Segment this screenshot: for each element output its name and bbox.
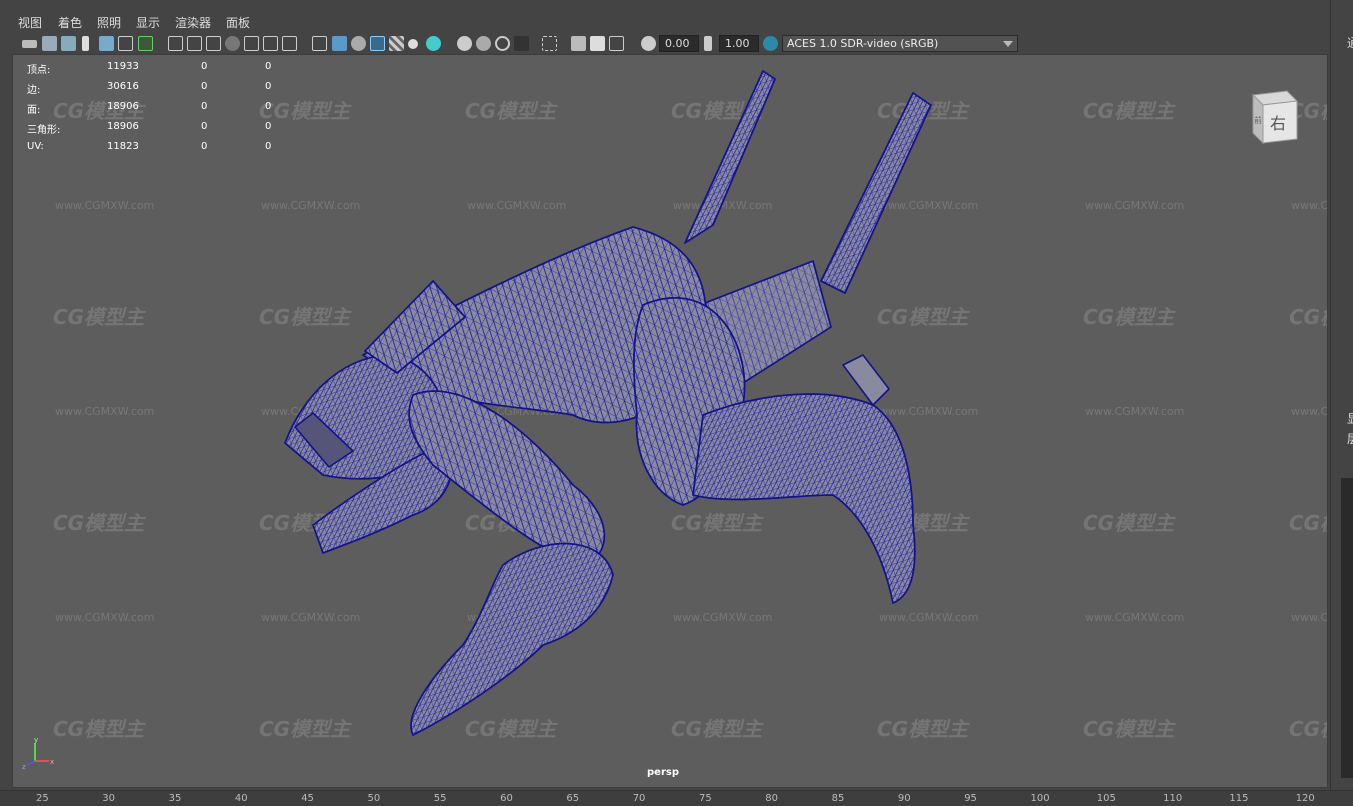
camera-attributes-icon[interactable] xyxy=(42,36,57,51)
xray-icon[interactable] xyxy=(571,36,586,51)
menu-shading[interactable]: 着色 xyxy=(58,14,82,31)
viewport-toolbar: 0.00 1.00 ACES 1.0 SDR-video (sRGB) xyxy=(14,34,1330,54)
ruler-tick-label: 80 xyxy=(765,793,779,804)
menu-view[interactable]: 视图 xyxy=(18,14,42,31)
ruler-tick-label: 60 xyxy=(500,793,513,804)
ruler-tick-label: 110 xyxy=(1163,793,1183,804)
xray-joints-icon[interactable] xyxy=(609,36,624,51)
ruler-tick-label: 75 xyxy=(699,793,712,804)
model-wireframe[interactable] xyxy=(13,55,1328,788)
grid-icon[interactable] xyxy=(168,36,183,51)
right-side-panel: 通 显 层 xyxy=(1330,0,1353,790)
display-tab[interactable]: 显 xyxy=(1347,410,1353,427)
gamma-icon[interactable] xyxy=(704,36,712,51)
film-gate-icon[interactable] xyxy=(187,36,202,51)
exposure-icon[interactable] xyxy=(641,36,656,51)
bookmark-icon[interactable] xyxy=(82,36,89,51)
ruler-tick-label: 70 xyxy=(632,793,646,804)
ruler-tick-label: 65 xyxy=(566,793,580,804)
2d-pan-zoom-icon[interactable] xyxy=(118,36,133,51)
gamma-field[interactable]: 1.00 xyxy=(719,35,759,52)
shadows-icon[interactable] xyxy=(426,36,441,51)
use-all-lights-icon[interactable] xyxy=(408,39,418,49)
wireframe-on-shaded-icon[interactable] xyxy=(370,36,385,51)
layer-tab[interactable]: 层 xyxy=(1347,430,1353,447)
view-cube-side-label: 前 xyxy=(1254,115,1262,125)
ruler-tick-label: 95 xyxy=(964,793,977,804)
ruler-tick-label: 55 xyxy=(433,793,447,804)
motion-blur-icon[interactable] xyxy=(476,36,491,51)
menu-renderer[interactable]: 渲染器 xyxy=(175,14,211,31)
field-chart-icon[interactable] xyxy=(244,36,259,51)
ruler-tick-label: 40 xyxy=(234,793,248,804)
menu-lighting[interactable]: 照明 xyxy=(97,14,121,31)
menu-show[interactable]: 显示 xyxy=(136,14,160,31)
ruler-tick-label: 105 xyxy=(1096,793,1116,804)
isolate-select-icon[interactable] xyxy=(542,36,557,51)
smooth-shade-icon[interactable] xyxy=(332,36,347,51)
wireframe-icon[interactable] xyxy=(312,36,327,51)
ruler-tick-label: 90 xyxy=(897,793,911,804)
ruler-tick-label: 30 xyxy=(102,793,116,804)
anti-aliasing-icon[interactable] xyxy=(495,36,510,51)
view-cube-face-label: 右 xyxy=(1270,114,1286,133)
menu-panels[interactable]: 面板 xyxy=(226,14,250,31)
ruler-tick-label: 35 xyxy=(168,793,182,804)
ambient-occlusion-icon[interactable] xyxy=(457,36,472,51)
safe-action-icon[interactable] xyxy=(263,36,278,51)
ruler-tick-label: 100 xyxy=(1030,793,1050,804)
time-ruler[interactable]: 25 30 35 40 45 50 55 60 65 70 75 80 85 90 95 100 105 110 1… xyxy=(0,790,1353,806)
ruler-tick-label: 25 xyxy=(36,793,49,804)
viewport-persp[interactable]: CG模型主 www.CGMXW.com CG模型主 www.CGMXW.com CG模型… xyxy=(12,54,1328,788)
grease-pencil-icon[interactable] xyxy=(138,36,153,51)
xray-active-icon[interactable] xyxy=(590,36,605,51)
axis-x-label: x xyxy=(50,758,54,766)
resolution-gate-icon[interactable] xyxy=(206,36,221,51)
axis-y-label: y xyxy=(34,736,38,744)
ruler-tick-label: 115 xyxy=(1229,793,1249,804)
ruler-tick-label: 50 xyxy=(367,793,381,804)
channel-box-tab[interactable]: 通 xyxy=(1347,34,1353,51)
bookmark-camera-icon[interactable] xyxy=(61,36,76,51)
menu-bar: 视图 着色 照明 显示 渲染器 面板 xyxy=(0,0,1330,32)
ruler-tick-label: 85 xyxy=(831,793,845,804)
default-material-icon[interactable] xyxy=(351,36,366,51)
color-management-icon[interactable] xyxy=(763,36,778,51)
camera-name-label: persp xyxy=(647,767,679,778)
chevron-down-icon xyxy=(1003,41,1013,47)
axis-gizmo: y x z xyxy=(22,736,54,771)
image-plane-icon[interactable] xyxy=(99,36,114,51)
safe-title-icon[interactable] xyxy=(282,36,297,51)
color-space-select[interactable]: ACES 1.0 SDR-video (sRGB) xyxy=(782,35,1018,52)
exposure-field[interactable]: 0.00 xyxy=(659,35,699,52)
view-cube[interactable]: 右 前 xyxy=(1239,85,1301,147)
depth-of-field-icon[interactable] xyxy=(514,36,529,51)
select-camera-icon[interactable] xyxy=(22,40,37,48)
panel-scroll-strip[interactable] xyxy=(1341,478,1353,778)
ruler-tick-label: 45 xyxy=(301,793,314,804)
textured-icon[interactable] xyxy=(389,36,404,51)
ruler-tick-label: 120 xyxy=(1295,793,1315,804)
gate-mask-icon[interactable] xyxy=(225,36,240,51)
axis-z-label: z xyxy=(22,763,26,771)
color-space-value: ACES 1.0 SDR-video (sRGB) xyxy=(787,37,939,50)
